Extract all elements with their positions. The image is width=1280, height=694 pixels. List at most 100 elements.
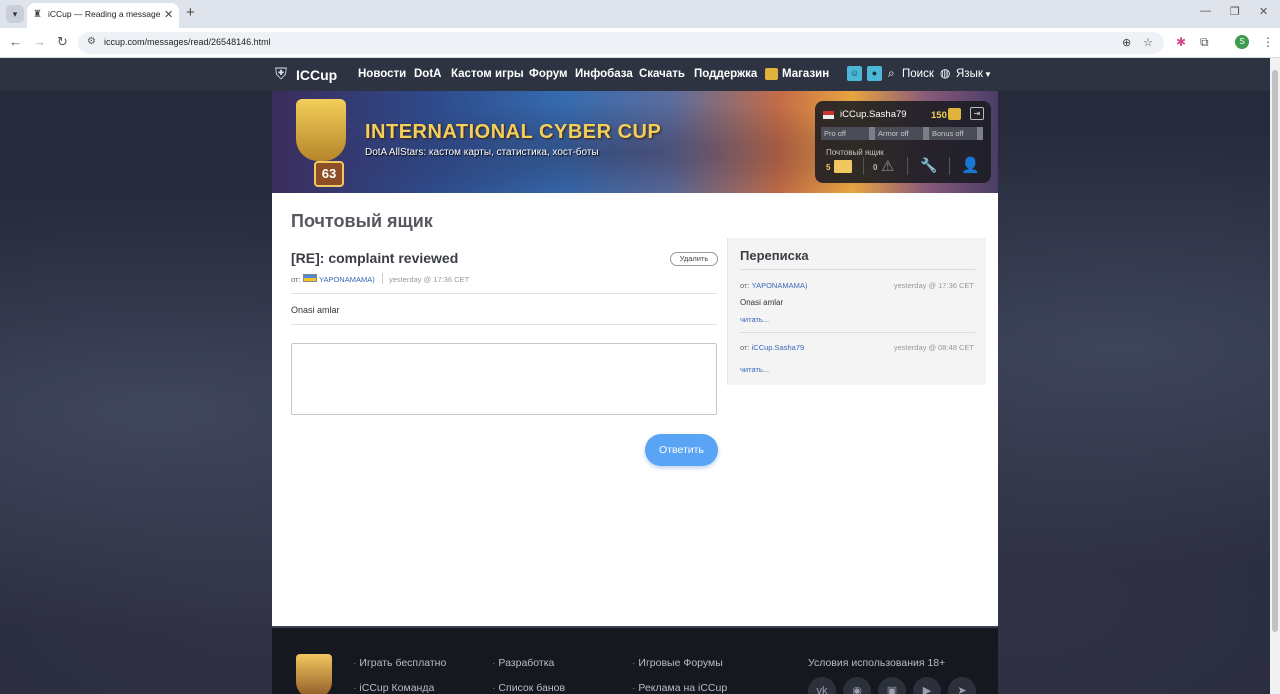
chevron-down-icon[interactable]: ▼ xyxy=(984,70,992,79)
logo-shield-icon: ⛨ xyxy=(275,66,288,83)
conversation-preview: Onasi amlar xyxy=(740,298,784,307)
nav-forum[interactable]: Форум xyxy=(529,68,567,80)
nav-infobase[interactable]: Инфобаза xyxy=(575,68,633,80)
discord-icon[interactable]: ◉ xyxy=(843,677,871,694)
browser-address-bar: ← → ↻ ⚙ iccup.com/messages/read/26548146… xyxy=(0,28,1280,58)
banner-subtitle: DotA AllStars: кастом карты, статистика,… xyxy=(365,147,599,158)
tab-close-icon[interactable]: ✕ xyxy=(164,8,173,21)
warn-count: 0 xyxy=(873,163,878,172)
envelope-icon[interactable] xyxy=(834,160,852,173)
zoom-icon[interactable]: ⊕ xyxy=(1122,36,1131,49)
mailbox-label: Почтовый ящик xyxy=(826,148,884,157)
divider xyxy=(291,324,717,325)
mail-count: 5 xyxy=(826,163,831,172)
search-link[interactable]: Поиск xyxy=(902,68,934,80)
banner-title: INTERNATIONAL CYBER CUP xyxy=(365,121,662,143)
page-title: Почтовый ящик xyxy=(291,211,433,231)
forward-icon[interactable]: → xyxy=(33,34,46,49)
toggle-bonus[interactable]: Bonus off xyxy=(929,127,983,140)
read-more-link[interactable]: читать... xyxy=(740,365,769,374)
logout-icon[interactable]: ⇥ xyxy=(970,107,984,120)
terms-link[interactable]: Условия использования 18+ xyxy=(808,657,945,669)
toggle-pro[interactable]: Pro off xyxy=(821,127,875,140)
message-subject: [RE]: complaint reviewed xyxy=(291,250,459,266)
conversation-from: от: YAPONAMAMA) xyxy=(740,281,807,290)
reply-button[interactable]: Ответить xyxy=(645,434,718,466)
conversation-panel: Переписка от: YAPONAMAMA) yesterday @ 17… xyxy=(727,238,986,385)
read-more-link[interactable]: читать... xyxy=(740,315,769,324)
nav-shop[interactable]: Магазин xyxy=(782,68,829,80)
bookmark-star-icon[interactable]: ☆ xyxy=(1143,36,1153,49)
toggle-pro-label: Pro off xyxy=(824,129,846,138)
footer-link[interactable]: · Игровые Форумы xyxy=(632,657,723,669)
tab-list-icon[interactable]: ▾ xyxy=(6,5,24,23)
profile-avatar[interactable]: S xyxy=(1235,35,1249,49)
from-label: от: xyxy=(291,275,301,284)
user-silhouette-icon[interactable]: 👤 xyxy=(961,156,980,174)
conversation-user-link[interactable]: iCCup.Sasha79 xyxy=(752,343,805,352)
page-scrollbar[interactable] xyxy=(1270,58,1280,694)
from-label: от: xyxy=(740,281,750,290)
footer-link[interactable]: · Реклама на iCCup xyxy=(632,682,727,694)
browser-tab-bar: ▾ ♜ iCCup — Reading a message fr ✕ + — ❐… xyxy=(0,0,1280,28)
user-panel: iCCup.Sasha79 150 ⇥ Pro off Armor off Bo… xyxy=(815,101,991,183)
browser-menu-icon[interactable]: ⋮ xyxy=(1262,35,1274,49)
divider xyxy=(863,157,864,175)
user-name[interactable]: iCCup.Sasha79 xyxy=(840,109,907,120)
telegram-icon[interactable]: ➤ xyxy=(948,677,976,694)
search-icon[interactable]: ⌕ xyxy=(888,66,895,81)
nav-news[interactable]: Новости xyxy=(358,68,406,80)
conversation-time: yesterday @ 17:36 CET xyxy=(893,281,974,290)
footer-link[interactable]: · Список банов xyxy=(492,682,565,694)
nav-support[interactable]: Поддержка xyxy=(694,68,757,80)
extension-icon[interactable]: ✱ xyxy=(1176,35,1186,49)
message-time: yesterday @ 17:36 CET xyxy=(389,275,470,284)
sender-flag-icon xyxy=(303,274,317,282)
warning-icon[interactable]: ⚠ xyxy=(881,157,894,175)
profile-icon[interactable]: ● xyxy=(867,66,882,81)
team-icon[interactable]: ☺ xyxy=(847,66,862,81)
conversation-user-link[interactable]: YAPONAMAMA) xyxy=(752,281,808,290)
toggle-armor-label: Armor off xyxy=(878,129,909,138)
toggle-bonus-label: Bonus off xyxy=(932,129,964,138)
browser-tab[interactable]: ♜ iCCup — Reading a message fr ✕ xyxy=(27,3,179,28)
extensions-puzzle-icon[interactable]: ⧉ xyxy=(1200,35,1209,50)
scrollbar-thumb[interactable] xyxy=(1272,70,1278,632)
divider xyxy=(740,332,975,333)
footer-link[interactable]: · iCCup Команда xyxy=(353,682,434,694)
nav-dota[interactable]: DotA xyxy=(414,68,441,80)
hero-banner: 63 INTERNATIONAL CYBER CUP DotA AllStars… xyxy=(272,91,998,193)
page-viewport: ⛨ ICCup Новости DotA Кастом игры Форум И… xyxy=(0,58,1270,694)
logo-text: ICCup xyxy=(296,67,338,83)
globe-icon[interactable]: ◍ xyxy=(940,66,950,80)
conversation-time: yesterday @ 08:48 CET xyxy=(893,343,974,352)
minimize-icon[interactable]: — xyxy=(1200,5,1211,17)
user-flag-icon xyxy=(823,111,834,119)
vk-icon[interactable]: vk xyxy=(808,677,836,694)
wrench-icon[interactable]: 🔧 xyxy=(920,157,937,174)
divider xyxy=(291,293,717,294)
shop-gold-icon xyxy=(765,68,778,80)
twitch-icon[interactable]: ▣ xyxy=(878,677,906,694)
user-gold: 150 xyxy=(931,110,947,121)
nav-custom-games[interactable]: Кастом игры xyxy=(451,68,524,80)
footer-link[interactable]: · Разработка xyxy=(492,657,554,669)
youtube-icon[interactable]: ▶ xyxy=(913,677,941,694)
toggle-armor[interactable]: Armor off xyxy=(875,127,929,140)
sender-link[interactable]: YAPONAMAMA) xyxy=(319,275,375,284)
divider xyxy=(949,157,950,175)
footer-link[interactable]: · Играть бесплатно xyxy=(353,657,446,669)
delete-button[interactable]: Удалить xyxy=(670,252,718,266)
maximize-icon[interactable]: ❐ xyxy=(1230,5,1240,18)
language-select[interactable]: Язык xyxy=(956,68,983,80)
divider xyxy=(740,269,975,270)
reload-icon[interactable]: ↻ xyxy=(57,34,68,50)
window-close-icon[interactable]: ✕ xyxy=(1259,5,1268,18)
site-info-icon[interactable]: ⚙ xyxy=(87,36,96,47)
reply-textarea[interactable] xyxy=(291,343,717,415)
footer-trophy-icon xyxy=(296,654,332,694)
back-icon[interactable]: ← xyxy=(9,34,22,49)
url-bar[interactable]: ⚙ iccup.com/messages/read/26548146.html … xyxy=(78,32,1164,54)
nav-download[interactable]: Скачать xyxy=(639,68,685,80)
new-tab-icon[interactable]: + xyxy=(186,4,195,21)
